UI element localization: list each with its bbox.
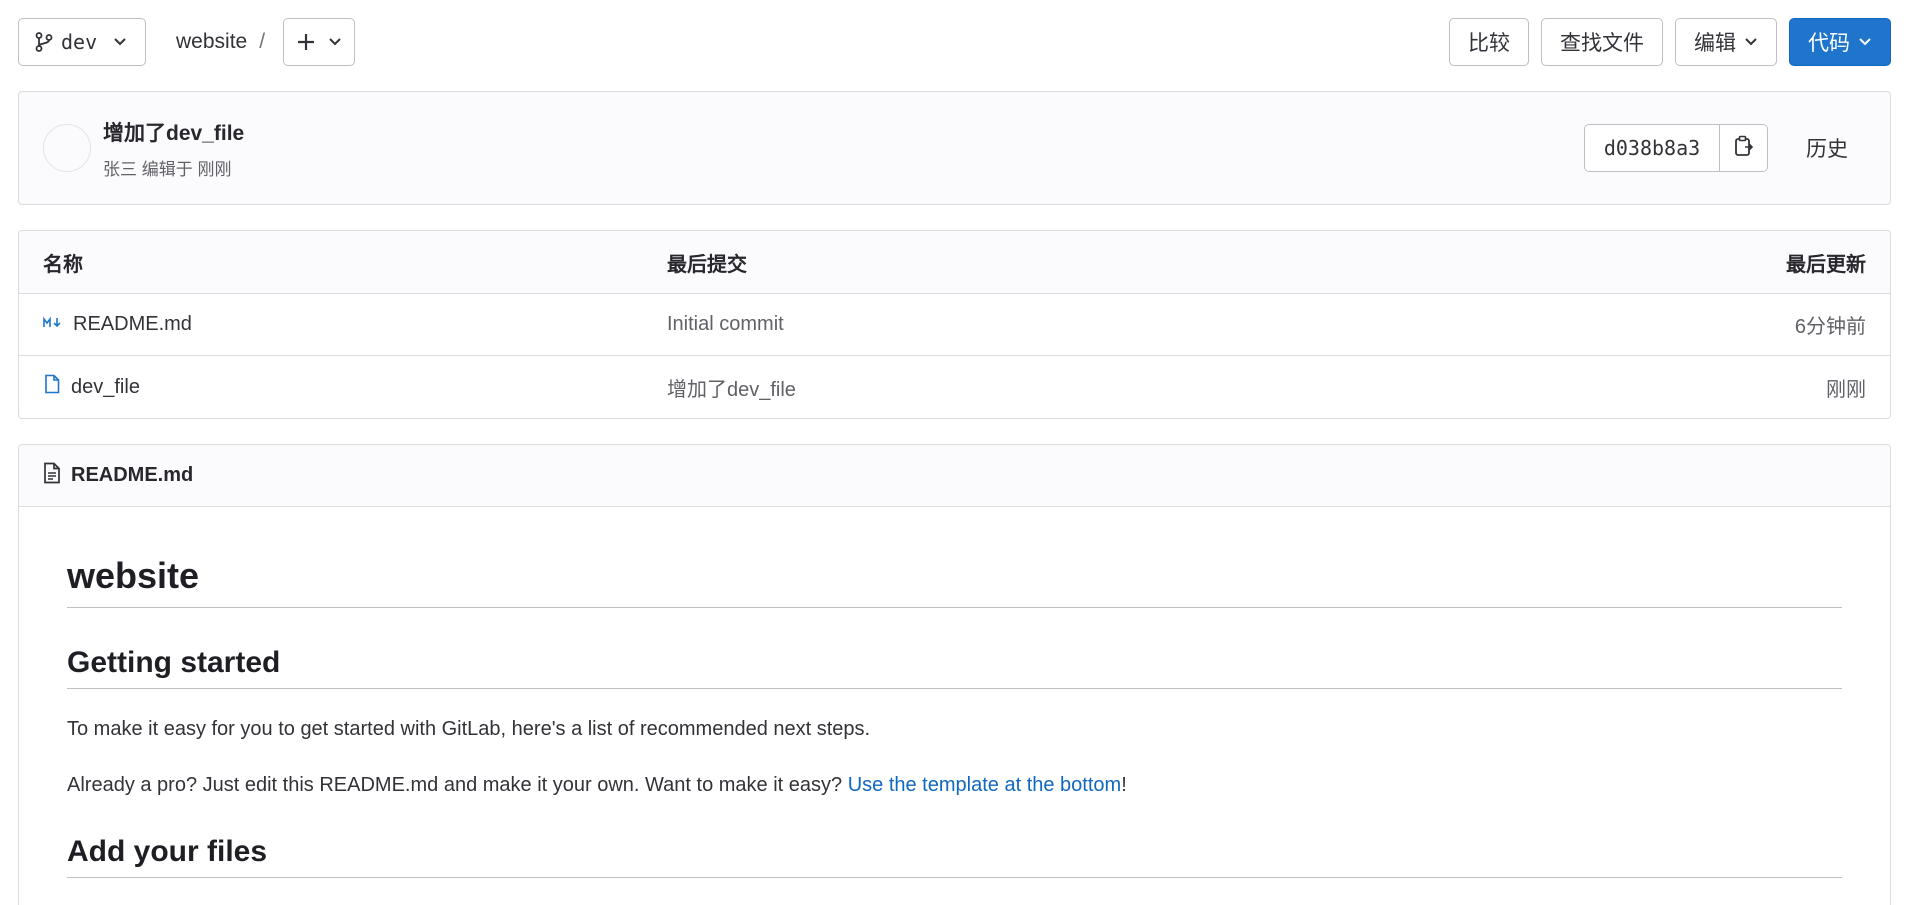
commit-meta: 张三 编辑于 刚刚 (103, 159, 232, 179)
branch-name: dev (61, 30, 98, 54)
readme-text: Already a pro? Just edit this README.md … (67, 774, 848, 796)
add-new-dropdown-button[interactable] (283, 18, 356, 66)
chevron-down-icon (1744, 37, 1758, 47)
avatar[interactable] (43, 124, 91, 172)
repo-toolbar: dev website / 比较 查找文件 编辑 代码 (18, 18, 1891, 66)
row-commit-message[interactable]: Initial commit (667, 313, 1795, 336)
history-button[interactable]: 历史 (1788, 124, 1866, 172)
readme-heading-getting-started: Getting started (67, 646, 1842, 689)
readme-paragraph: Already a pro? Just edit this README.md … (67, 773, 1842, 797)
row-updated-time: 刚刚 (1826, 378, 1866, 401)
header-name: 名称 (43, 253, 83, 276)
template-link[interactable]: Use the template at the bottom (848, 774, 1122, 796)
readme-filename[interactable]: README.md (71, 464, 193, 487)
compare-label: 比较 (1468, 32, 1510, 55)
plus-icon (296, 32, 316, 52)
row-commit-message[interactable]: 增加了dev_file (667, 373, 1826, 402)
table-row[interactable]: dev_file 增加了dev_file 刚刚 (19, 356, 1890, 418)
branch-icon (35, 32, 53, 52)
chevron-down-icon (328, 37, 342, 47)
find-file-label: 查找文件 (1560, 32, 1644, 55)
code-dropdown-button[interactable]: 代码 (1789, 18, 1891, 66)
readme-paragraph: To make it easy for you to get started w… (67, 718, 871, 740)
header-last-commit: 最后提交 (667, 253, 747, 276)
file-name-link[interactable]: dev_file (71, 376, 140, 399)
branch-switcher-button[interactable]: dev (18, 18, 146, 66)
document-icon (43, 462, 61, 490)
chevron-down-icon (113, 37, 127, 47)
file-tree-table: 名称 最后提交 最后更新 README.md Initial commit 6分… (18, 230, 1891, 419)
last-commit-panel: 增加了dev_file 张三 编辑于 刚刚 d038b8a3 历史 (18, 91, 1891, 205)
readme-panel: README.md website Getting started To mak… (18, 444, 1891, 905)
readme-title: website (67, 507, 1842, 608)
readme-content: website Getting started To make it easy … (19, 507, 1890, 878)
copy-sha-button[interactable] (1720, 124, 1768, 172)
copy-icon (1734, 135, 1754, 162)
file-name-link[interactable]: README.md (73, 313, 192, 336)
find-file-button[interactable]: 查找文件 (1541, 18, 1663, 66)
table-row[interactable]: README.md Initial commit 6分钟前 (19, 294, 1890, 356)
code-label: 代码 (1808, 32, 1850, 55)
chevron-down-icon (1858, 37, 1872, 47)
header-last-update: 最后更新 (1786, 253, 1866, 276)
breadcrumb-separator: / (259, 30, 266, 53)
readme-text: ! (1121, 774, 1127, 796)
table-header: 名称 最后提交 最后更新 (19, 231, 1890, 294)
repository-page: dev website / 比较 查找文件 编辑 代码 增加了dev_file … (0, 0, 1911, 905)
readme-heading-add-files: Add your files (67, 835, 1842, 878)
commit-sha[interactable]: d038b8a3 (1584, 124, 1720, 172)
edit-label: 编辑 (1694, 32, 1736, 55)
row-updated-time: 6分钟前 (1794, 316, 1866, 338)
compare-button[interactable]: 比较 (1449, 18, 1529, 66)
commit-title[interactable]: 增加了dev_file (103, 117, 244, 147)
markdown-icon (43, 313, 63, 336)
readme-header: README.md (19, 445, 1890, 507)
edit-dropdown-button[interactable]: 编辑 (1675, 18, 1777, 66)
file-icon (43, 374, 61, 400)
breadcrumb-project[interactable]: website (176, 30, 247, 54)
